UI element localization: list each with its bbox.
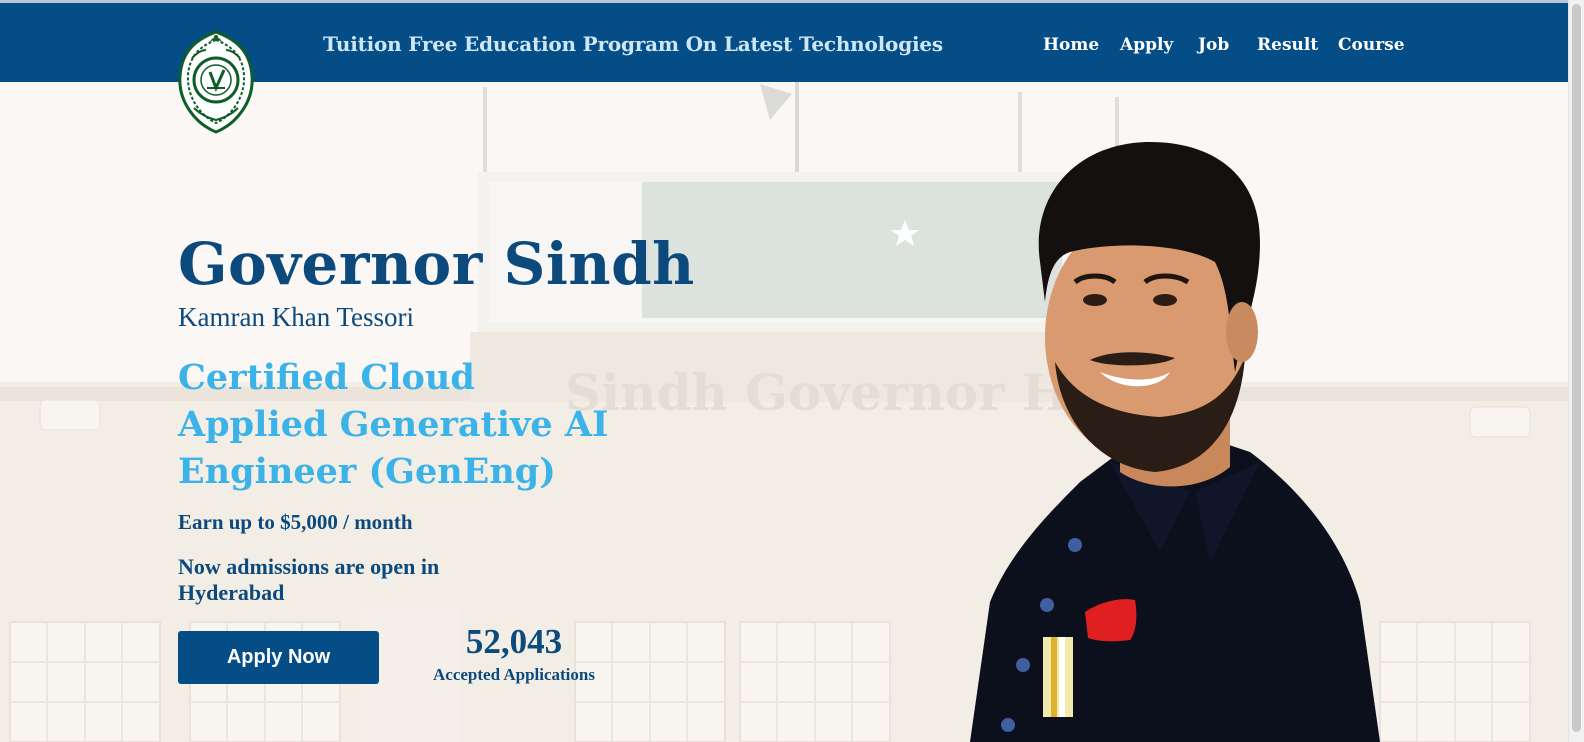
- nav-result[interactable]: Result: [1257, 35, 1318, 55]
- program-line: Engineer (GenEng): [178, 451, 556, 492]
- nav-course[interactable]: Course: [1338, 35, 1405, 55]
- program-line: Applied Generative AI: [178, 404, 609, 445]
- nav-apply[interactable]: Apply: [1120, 35, 1173, 55]
- governor-portrait: [970, 142, 1380, 742]
- earn-text: Earn up to $5,000 / month: [178, 510, 413, 534]
- apply-now-button[interactable]: Apply Now: [178, 631, 379, 684]
- page-scrollbar[interactable]: [1568, 0, 1584, 742]
- emblem-logo-icon[interactable]: [172, 28, 260, 136]
- admission-text: Now admissions are open in Hyderabad: [178, 554, 440, 605]
- nav-home[interactable]: Home: [1043, 35, 1099, 55]
- program-line: Certified Cloud: [178, 357, 475, 398]
- accepted-applications-label: Accepted Applications: [433, 665, 595, 684]
- hero-section: Sindh Governor House Governor Sindh Kamr…: [0, 82, 1568, 742]
- scrollbar-thumb[interactable]: [1572, 4, 1581, 732]
- governor-name: Kamran Khan Tessori: [178, 302, 415, 332]
- program-title: Certified Cloud Applied Generative AI En…: [178, 354, 638, 495]
- accepted-applications-count: 52,043: [465, 622, 563, 661]
- headline: Governor Sindh: [178, 230, 695, 298]
- nav-job[interactable]: Job: [1198, 35, 1229, 55]
